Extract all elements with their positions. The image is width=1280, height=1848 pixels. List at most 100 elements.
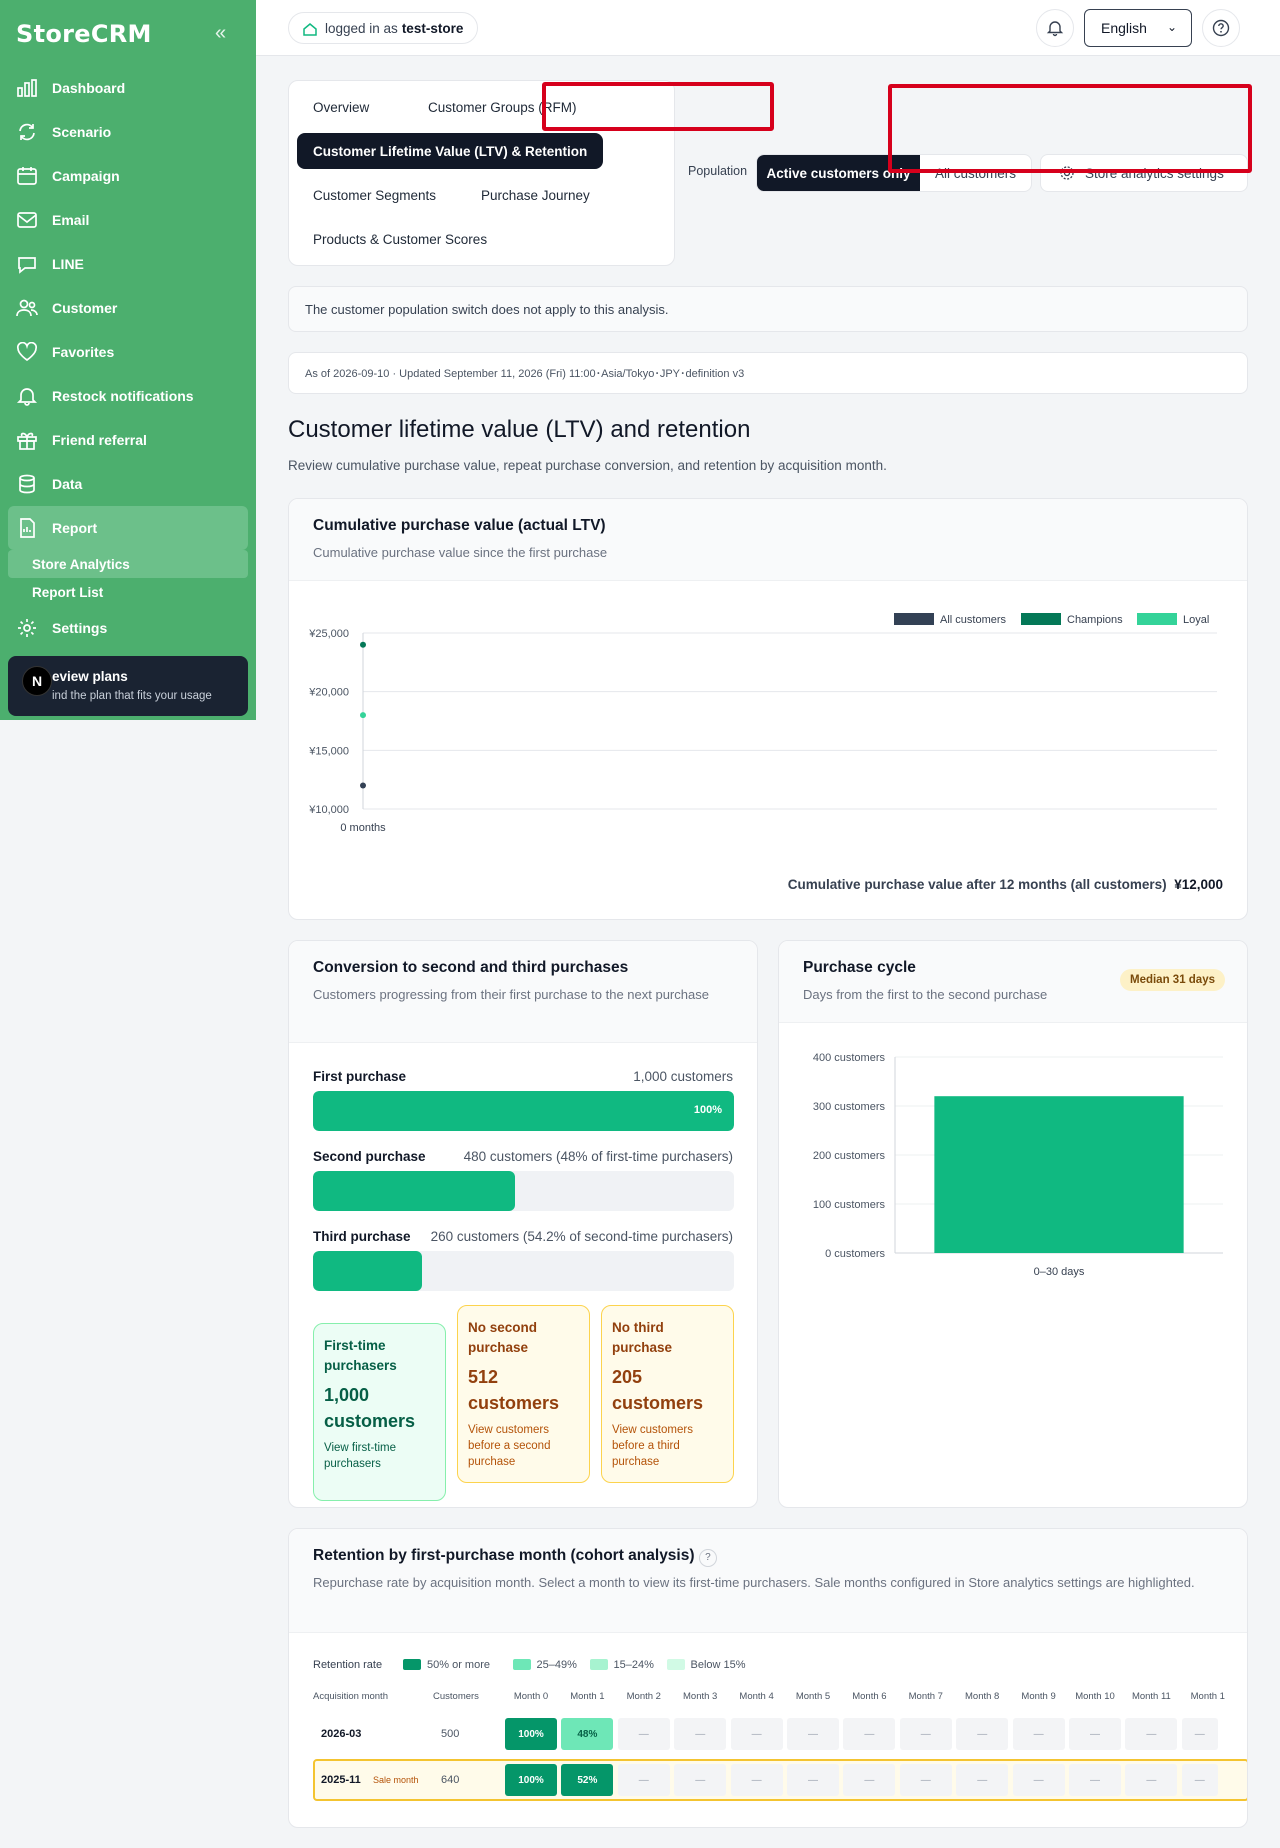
retention-cell: — (1012, 1718, 1065, 1750)
help-button[interactable] (1202, 9, 1240, 47)
column-header: Month 6 (852, 1691, 887, 1702)
sidebar-item-label: Email (52, 212, 90, 228)
sidebar-item-favorites[interactable]: Favorites (0, 330, 256, 374)
plan-title: eview plans (52, 669, 128, 684)
sidebar-item-friend-referral[interactable]: Friend referral (0, 418, 256, 462)
tab-overview[interactable]: Overview (297, 89, 385, 125)
retention-cell: 52% (561, 1764, 614, 1796)
y-tick-label: 400 customers (813, 1052, 886, 1064)
retention-cell: 100% (505, 1718, 557, 1750)
highlight-box (888, 84, 1252, 173)
legend-swatch (894, 613, 934, 625)
mini-link[interactable]: View customers before a third purchase (612, 1422, 723, 1470)
step-value: 260 customers (54.2% of second-time purc… (430, 1229, 733, 1244)
no-third-purchase-card[interactable]: No third purchase 205 customers View cus… (601, 1305, 734, 1483)
legend-swatch (512, 1659, 531, 1670)
tab-customer-segments[interactable]: Customer Segments (297, 177, 452, 213)
page-lead: Review cumulative purchase value, repeat… (288, 458, 887, 473)
sidebar-item-campaign[interactable]: Campaign (0, 154, 256, 198)
sidebar-item-email[interactable]: Email (0, 198, 256, 242)
cohort-month[interactable]: 2025-11 (321, 1774, 361, 1786)
first-time-purchasers-card[interactable]: First-time purchasers 1,000 customers Vi… (313, 1323, 446, 1501)
mini-link[interactable]: View customers before a second purchase (468, 1422, 579, 1470)
data-point (360, 712, 366, 719)
cohort-month[interactable]: 2026-03 (321, 1728, 361, 1740)
database-icon (16, 474, 38, 494)
sidebar-item-data[interactable]: Data (0, 462, 256, 506)
retention-cell: — (899, 1718, 952, 1750)
mini-count: 1,000 customers (324, 1385, 416, 1431)
chevrons-left-icon[interactable]: « (215, 22, 226, 45)
sidebar-item-label: Campaign (52, 168, 120, 184)
refresh-icon (16, 122, 38, 142)
sidebar-item-dashboard[interactable]: Dashboard (0, 66, 256, 110)
y-tick-label: 0 customers (825, 1248, 885, 1260)
sidebar-item-scenario[interactable]: Scenario (0, 110, 256, 154)
retention-cell: — (1069, 1764, 1121, 1796)
sidebar-item-line[interactable]: LINE (0, 242, 256, 286)
conversion-subtitle: Customers progressing from their first p… (313, 987, 709, 1002)
bell-icon (16, 386, 38, 406)
legend-label: 15–24% (613, 1659, 654, 1671)
sidebar-item-restock[interactable]: Restock notifications (0, 374, 256, 418)
sidebar-item-customer[interactable]: Customer (0, 286, 256, 330)
ltv-title: Cumulative purchase value (actual LTV) (313, 517, 606, 534)
no-second-purchase-card[interactable]: No second purchase 512 customers View cu… (457, 1305, 590, 1483)
mail-icon (16, 210, 38, 230)
tab-ltv-retention[interactable]: Customer Lifetime Value (LTV) & Retentio… (297, 133, 604, 169)
sidebar-item-label: Favorites (52, 344, 115, 360)
retention-cell: 48% (561, 1718, 614, 1750)
retention-cell: — (674, 1718, 727, 1750)
y-tick-label: ¥10,000 (308, 804, 349, 816)
legend-swatch (1021, 613, 1061, 625)
sidebar-item-label: Settings (52, 620, 108, 636)
sidebar-subitem-store-analytics[interactable]: Store Analytics (8, 550, 248, 578)
population-notice: The customer population switch does not … (288, 286, 1248, 332)
data-point (360, 782, 366, 789)
highlight-box (542, 82, 774, 131)
chevron-down-icon: ⌄ (1166, 20, 1177, 34)
help-icon[interactable]: ? (698, 1549, 717, 1567)
help-icon (1212, 19, 1230, 37)
card-header (289, 499, 1247, 581)
column-header: Month 9 (1021, 1691, 1056, 1702)
cohort-card: Retention by first-purchase month (cohor… (288, 1528, 1248, 1828)
retention-cell: — (899, 1764, 952, 1796)
retention-cell: — (1012, 1764, 1065, 1796)
notification-button[interactable] (1036, 9, 1074, 47)
sidebar-item-label: Scenario (52, 124, 112, 140)
sidebar-item-settings[interactable]: Settings (0, 606, 256, 650)
step-bar-fill (313, 1251, 423, 1291)
retention-cell: — (787, 1764, 839, 1796)
sidebar-item-label: LINE (52, 256, 84, 272)
column-header: Month 10 (1075, 1691, 1115, 1702)
language-select[interactable]: English ⌄ (1084, 9, 1192, 47)
retention-cell: — (730, 1718, 783, 1750)
legend-label: Retention rate (313, 1659, 383, 1671)
tab-products-scores[interactable]: Products & Customer Scores (297, 221, 503, 257)
mini-title: First-time purchasers (324, 1338, 397, 1373)
conversion-title: Conversion to second and third purchases (313, 959, 629, 976)
mini-count: 512 customers (468, 1367, 560, 1413)
review-plans-banner[interactable]: N eview plans ind the plan that fits you… (8, 656, 248, 716)
column-header: Month 7 (908, 1691, 943, 1702)
legend-swatch (403, 1659, 421, 1670)
legend-swatch (1137, 613, 1177, 625)
tab-purchase-journey[interactable]: Purchase Journey (465, 177, 606, 213)
column-header: Month 2 (626, 1691, 661, 1702)
sidebar-item-label: Friend referral (52, 432, 147, 448)
column-header: Month 4 (739, 1691, 774, 1702)
ltv-subtitle: Cumulative purchase value since the firs… (313, 545, 608, 560)
sidebar-item-report[interactable]: Report (8, 506, 248, 550)
step-bar (313, 1171, 734, 1211)
sidebar-item-label: Report (52, 520, 98, 536)
users-icon (16, 298, 38, 318)
mini-link[interactable]: View first-time purchasers (324, 1440, 435, 1472)
cohort-customers: 500 (441, 1728, 460, 1740)
cohort-subtitle: Repurchase rate by acquisition month. Se… (313, 1575, 1195, 1590)
ltv-card: Cumulative purchase value (actual LTV) C… (288, 498, 1248, 920)
bar-chart-icon (16, 78, 38, 98)
sidebar-subitem-report-list[interactable]: Report List (0, 578, 256, 606)
legend-swatch (589, 1659, 608, 1670)
ltv-footer-label: Cumulative purchase value after 12 month… (787, 877, 1167, 892)
